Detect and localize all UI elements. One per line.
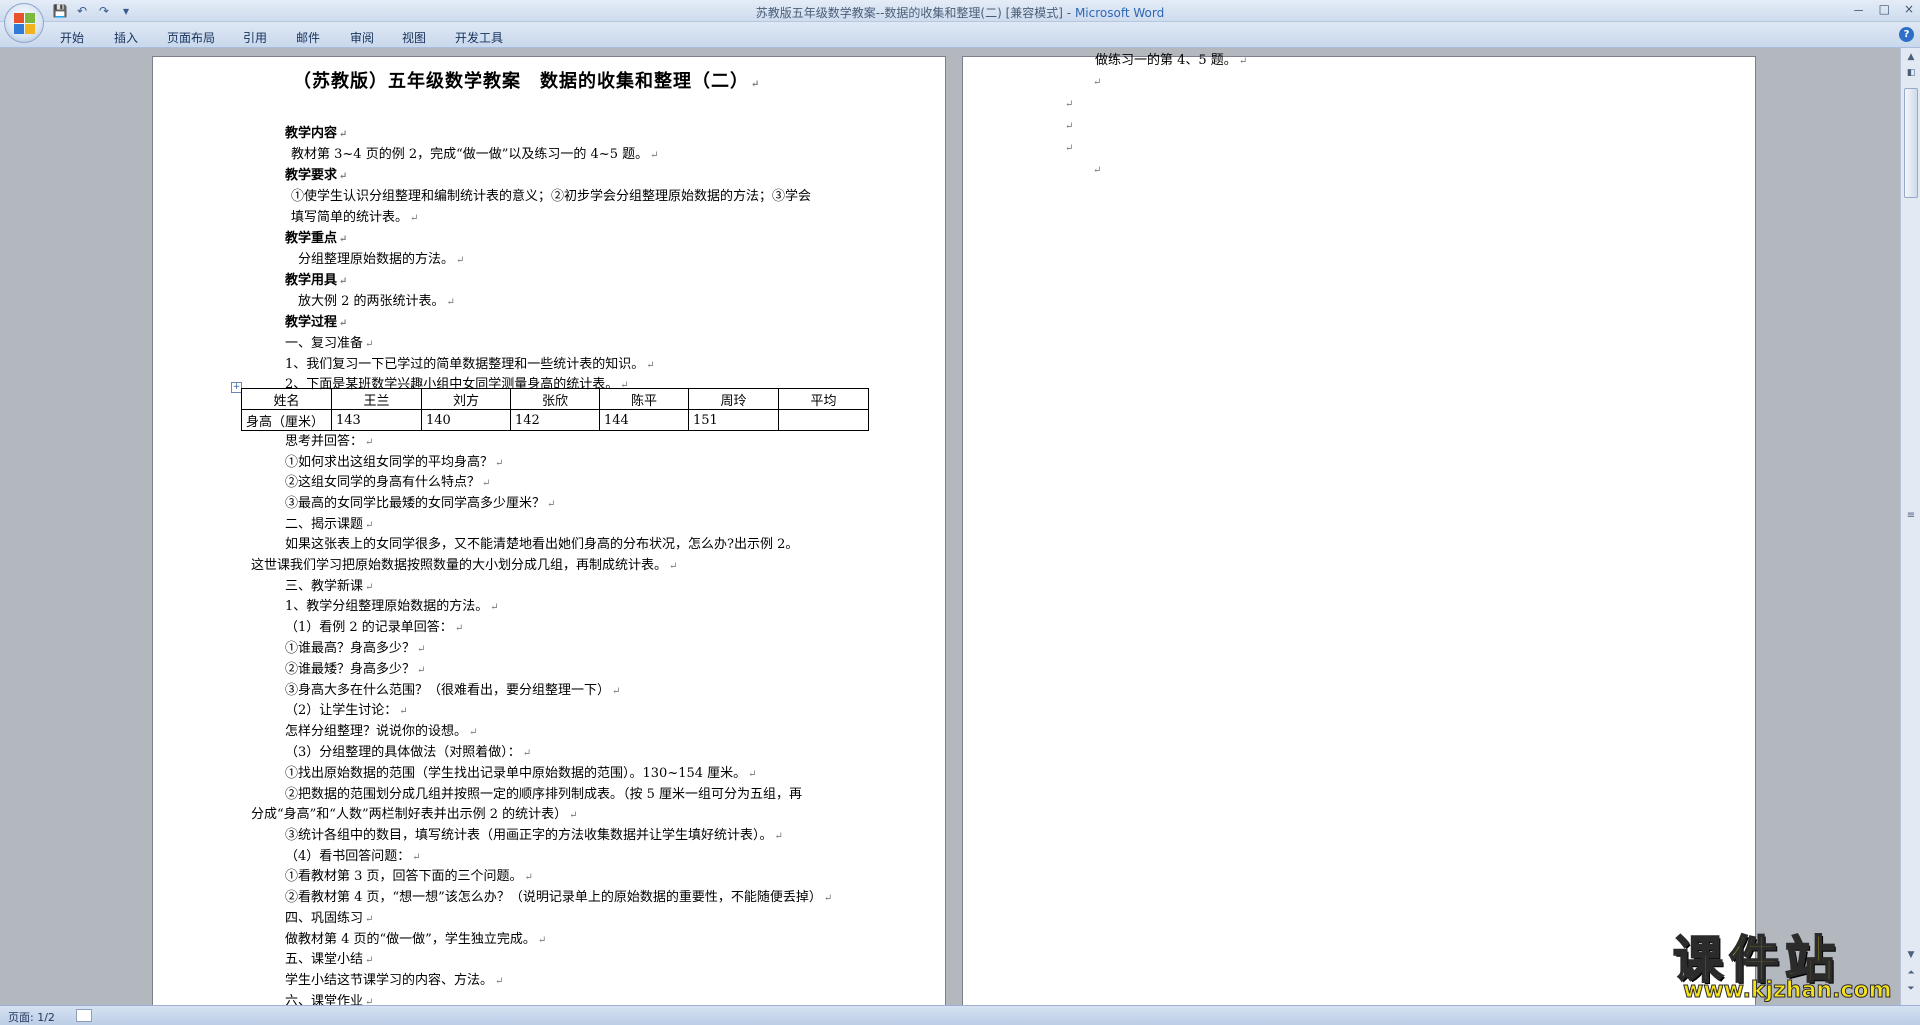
close-button[interactable]: ×	[1904, 2, 1914, 19]
table-cell[interactable]: 刘方	[421, 388, 511, 410]
paragraph-mark-icon: ↵	[1065, 143, 1074, 154]
proofing-icon[interactable]	[76, 1009, 92, 1022]
text-line: 分成“身高”和“人数”两栏制好表并出示例 2 的统计表） ↵	[251, 807, 578, 822]
text-line: ③最高的女同学比最矮的女同学高多少厘米？ ↵	[285, 496, 556, 511]
tab-page-layout[interactable]: 页面布局	[167, 29, 215, 46]
window-controls: － □ ×	[1853, 2, 1914, 19]
ruler-toggle-icon[interactable]: ◧	[1904, 66, 1918, 80]
text-line: ②谁最矮？身高多少？ ↵	[285, 662, 426, 677]
tab-mailings[interactable]: 邮件	[296, 29, 320, 46]
table-row: 姓名 王兰 刘方 张欣 陈平 周玲 平均	[241, 388, 869, 410]
text-line: （2）让学生讨论： ↵	[285, 703, 408, 718]
text-line: ②把数据的范围划分成几组并按照一定的顺序排列制成表。（按 5 厘米一组可分为五组…	[285, 787, 803, 802]
tab-references[interactable]: 引用	[243, 29, 267, 46]
window-title: 苏教版五年级数学教案--数据的收集和整理(二) [兼容模式] - Microso…	[0, 4, 1920, 21]
office-logo-icon	[14, 13, 36, 35]
table-cell[interactable]: 王兰	[331, 388, 422, 410]
text-line: 学生小结这节课学习的内容、方法。 ↵	[285, 973, 504, 988]
text-line: 放大例 2 的两张统计表。 ↵	[298, 294, 455, 309]
text-line: 四、巩固练习 ↵	[285, 911, 374, 926]
text-line: 如果这张表上的女同学很多，又不能清楚地看出她们身高的分布状况，怎么办?出示例 2…	[285, 537, 799, 552]
title-bar: 💾 ↶ ↷ ▾ 苏教版五年级数学教案--数据的收集和整理(二) [兼容模式] -…	[0, 0, 1920, 22]
text-line: 填写简单的统计表。 ↵	[291, 210, 419, 225]
table-cell[interactable]: 151	[688, 409, 779, 431]
watermark-logo: 课件站 www.kjzhan.com	[1665, 920, 1915, 1004]
ribbon-tabs: 开始 插入 页面布局 引用 邮件 审阅 视图 开发工具 ?	[0, 22, 1920, 48]
table-cell[interactable]: 姓名	[241, 388, 332, 410]
scroll-grip-icon: ≡	[1906, 510, 1916, 521]
text-line: 一、复习准备 ↵	[285, 336, 374, 351]
text-line: （3）分组整理的具体做法（对照着做）： ↵	[285, 745, 532, 760]
text-line: 做教材第 4 页的“做一做”，学生独立完成。 ↵	[285, 932, 547, 947]
paragraph-mark-icon: ↵	[1093, 77, 1102, 88]
text-line: 三、教学新课 ↵	[285, 579, 374, 594]
document-area[interactable]: （苏教版）五年级数学教案 数据的收集和整理（二） ↵ 教学内容 ↵ 教材第 3~4 …	[0, 48, 1900, 1005]
watermark-url: www.kjzhan.com	[1683, 978, 1893, 1004]
page-count-status[interactable]: 页面: 1/2	[8, 1009, 55, 1025]
minimize-button[interactable]: －	[1853, 2, 1865, 19]
office-button[interactable]	[4, 3, 44, 43]
text-line: （1）看例 2 的记录单回答： ↵	[285, 620, 464, 635]
tab-review[interactable]: 审阅	[350, 29, 374, 46]
help-icon[interactable]: ?	[1899, 27, 1914, 42]
height-table[interactable]: 姓名 王兰 刘方 张欣 陈平 周玲 平均 身高（厘米） 143 140 142 …	[241, 388, 869, 431]
text-line: ①使学生认识分组整理和编制统计表的意义；②初步学会分组整理原始数据的方法；③学会	[291, 189, 812, 204]
table-cell[interactable]: 平均	[778, 388, 869, 410]
table-row: 身高（厘米） 143 140 142 144 151	[241, 409, 869, 431]
table-cell[interactable]: 140	[421, 409, 511, 431]
paragraph-mark-icon: ↵	[1065, 121, 1074, 132]
text-line: ①如何求出这组女同学的平均身高？ ↵	[285, 455, 504, 470]
table-cell[interactable]: 144	[599, 409, 689, 431]
text-line: （4）看书回答问题： ↵	[285, 849, 421, 864]
paragraph-mark-icon: ↵	[1065, 99, 1074, 110]
tab-insert[interactable]: 插入	[114, 29, 138, 46]
vertical-scrollbar[interactable]: ▲ ◧ ≡ ▼ ⏶ ⏷	[1900, 48, 1920, 1005]
tab-developer[interactable]: 开发工具	[455, 29, 503, 46]
window-title-app: Microsoft Word	[1074, 6, 1165, 20]
text-line: 思考并回答： ↵	[285, 434, 374, 449]
text-line: 五、课堂小结 ↵	[285, 952, 374, 967]
table-cell[interactable]: 周玲	[688, 388, 779, 410]
table-cell[interactable]: 张欣	[510, 388, 600, 410]
text-line: 分组整理原始数据的方法。 ↵	[298, 252, 465, 267]
heading-process: 教学过程 ↵	[285, 315, 348, 330]
status-bar: 页面: 1/2	[0, 1005, 1920, 1025]
text-line: 做练习一的第 4、5 题。 ↵	[1095, 53, 1248, 68]
text-line: 这世课我们学习把原始数据按照数量的大小划分成几组，再制成统计表。 ↵	[251, 558, 678, 573]
table-cell[interactable]: 陈平	[599, 388, 689, 410]
text-line: ③统计各组中的数目，填写统计表（用画正字的方法收集数据并让学生填好统计表）。 ↵	[285, 828, 783, 843]
heading-content: 教学内容 ↵	[285, 126, 348, 141]
text-line: 六、课堂作业 ↵	[285, 994, 374, 1005]
text-line: ②这组女同学的身高有什么特点？ ↵	[285, 475, 491, 490]
text-line: ①谁最高？身高多少？ ↵	[285, 641, 426, 656]
table-cell[interactable]: 身高（厘米）	[241, 409, 332, 431]
text-line: 教材第 3~4 页的例 2，完成“做一做”以及练习一的 4~5 题。 ↵	[291, 147, 659, 162]
text-line: ①找出原始数据的范围（学生找出记录单中原始数据的范围）。130~154 厘米。 ↵	[285, 766, 757, 781]
table-cell[interactable]: 142	[510, 409, 600, 431]
heading-requirements: 教学要求 ↵	[285, 168, 348, 183]
scroll-thumb[interactable]	[1904, 88, 1918, 198]
window-title-doc: 苏教版五年级数学教案--数据的收集和整理(二) [兼容模式] -	[755, 6, 1075, 20]
document-title: （苏教版）五年级数学教案 数据的收集和整理（二） ↵	[293, 71, 761, 92]
tab-view[interactable]: 视图	[402, 29, 426, 46]
maximize-button[interactable]: □	[1879, 2, 1890, 19]
text-line: 1、教学分组整理原始数据的方法。 ↵	[285, 599, 499, 614]
text-line: ③身高大多在什么范围？（很难看出，要分组整理一下） ↵	[285, 683, 621, 698]
text-line: 怎样分组整理？说说你的设想。 ↵	[285, 724, 478, 739]
table-cell[interactable]	[778, 409, 869, 431]
text-line: ①看教材第 3 页，回答下面的三个问题。 ↵	[285, 869, 533, 884]
heading-key-points: 教学重点 ↵	[285, 231, 348, 246]
page-1[interactable]: （苏教版）五年级数学教案 数据的收集和整理（二） ↵ 教学内容 ↵ 教材第 3~4 …	[152, 56, 946, 1005]
heading-materials: 教学用具 ↵	[285, 273, 348, 288]
text-line: 1、我们复习一下已学过的简单数据整理和一些统计表的知识。 ↵	[285, 357, 655, 372]
tab-home[interactable]: 开始	[60, 29, 84, 46]
paragraph-mark-icon: ↵	[751, 79, 761, 90]
paragraph-mark-icon: ↵	[1093, 165, 1102, 176]
text-line: 二、揭示课题 ↵	[285, 517, 374, 532]
page-2[interactable]: 做练习一的第 4、5 题。 ↵ ↵ ↵ ↵ ↵ ↵	[962, 53, 1756, 1005]
table-cell[interactable]: 143	[331, 409, 422, 431]
scroll-up-icon[interactable]: ▲	[1904, 50, 1918, 64]
text-line: ②看教材第 4 页，“想一想”该怎么办？（说明记录单上的原始数据的重要性，不能随…	[285, 890, 833, 905]
